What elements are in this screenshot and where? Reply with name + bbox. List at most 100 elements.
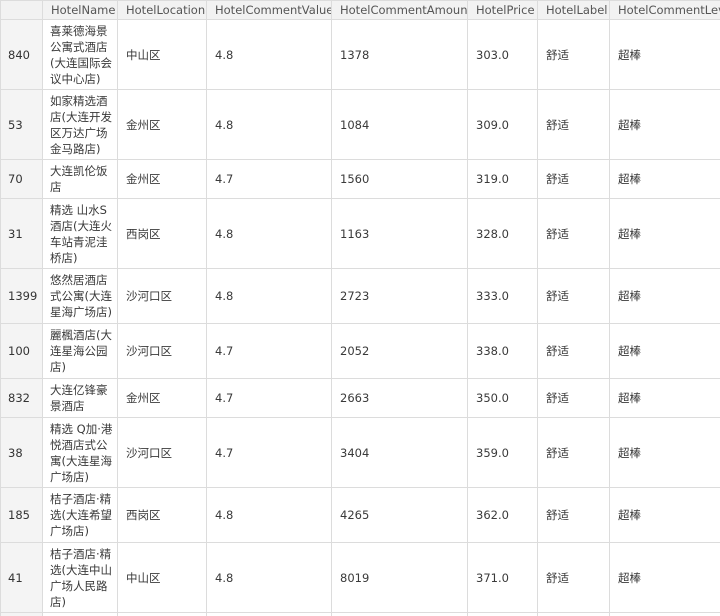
cell-label[interactable]: 舒适 [537,323,610,379]
table-row[interactable]: 185 桔子酒店·精选(大连希望广场店) 西岗区 4.8 4265 362.0 … [0,487,720,543]
cell-hotel-name[interactable]: 桔子酒店·精选(大连中山广场人民路店) [42,542,118,613]
table-row[interactable]: 38 精选 Q加·港悦酒店式公寓(大连星海广场店) 沙河口区 4.7 3404 … [0,417,720,488]
cell-price[interactable]: 303.0 [467,19,538,90]
cell-price[interactable]: 333.0 [467,268,538,324]
cell-hotel-name[interactable]: 麗楓酒店(大连星海公园店) [42,323,118,379]
cell-location[interactable]: 金州区 [117,159,207,199]
cell-comment-value[interactable]: 4.8 [206,542,332,613]
cell-price[interactable]: 309.0 [467,89,538,160]
cell-comment-amount[interactable]: 2663 [331,378,468,418]
cell-comment-amount[interactable]: 1163 [331,198,468,269]
cell-location[interactable]: 沙河口区 [117,268,207,324]
cell-label[interactable]: 舒适 [537,542,610,613]
row-index: 832 [0,378,43,418]
cell-price[interactable]: 350.0 [467,378,538,418]
table-row[interactable]: 832 大连亿锋豪景酒店 金州区 4.7 2663 350.0 舒适 超棒 [0,378,720,418]
cell-price[interactable]: 359.0 [467,417,538,488]
column-header-label[interactable]: HotelLabel [537,0,610,20]
cell-hotel-name[interactable]: 精选 Q加·港悦酒店式公寓(大连星海广场店) [42,417,118,488]
cell-comment-value[interactable]: 4.7 [206,417,332,488]
cell-comment-value[interactable]: 4.8 [206,198,332,269]
cell-location[interactable]: 中山区 [117,542,207,613]
cell-label[interactable]: 舒适 [537,268,610,324]
cell-comment-value[interactable]: 4.7 [206,323,332,379]
cell-price[interactable]: 362.0 [467,487,538,543]
cell-hotel-name[interactable]: 如家精选酒店(大连开发区万达广场金马路店) [42,89,118,160]
cell-label[interactable]: 舒适 [537,198,610,269]
cell-label[interactable]: 舒适 [537,378,610,418]
cell-label[interactable]: 舒适 [537,417,610,488]
cell-comment-amount[interactable]: 1560 [331,159,468,199]
column-header-hotel-name[interactable]: HotelName [42,0,118,20]
cell-empty [467,612,538,616]
cell-hotel-name[interactable]: 精选 山水S酒店(大连火车站青泥洼桥店) [42,198,118,269]
cell-location[interactable]: 沙河口区 [117,323,207,379]
cell-comment-value[interactable]: 4.8 [206,89,332,160]
cell-comment-level[interactable]: 超棒 [609,198,720,269]
row-index: 41 [0,542,43,613]
cell-location[interactable]: 金州区 [117,89,207,160]
cell-comment-value[interactable]: 4.8 [206,19,332,90]
cell-empty [206,612,332,616]
cell-comment-value[interactable]: 4.8 [206,268,332,324]
cell-comment-level[interactable]: 超棒 [609,19,720,90]
cell-comment-level[interactable]: 超棒 [609,268,720,324]
table-row[interactable]: 31 精选 山水S酒店(大连火车站青泥洼桥店) 西岗区 4.8 1163 328… [0,198,720,269]
index-header [0,0,43,20]
column-header-price[interactable]: HotelPrice [467,0,538,20]
cell-comment-level[interactable]: 超棒 [609,159,720,199]
cell-location[interactable]: 沙河口区 [117,417,207,488]
data-grid: HotelName HotelLocation HotelCommentValu… [0,0,720,616]
table-row[interactable]: 1399 悠然居酒店式公寓(大连星海广场店) 沙河口区 4.8 2723 333… [0,268,720,324]
table-row[interactable]: 100 麗楓酒店(大连星海公园店) 沙河口区 4.7 2052 338.0 舒适… [0,323,720,379]
cell-empty [609,612,720,616]
cell-comment-level[interactable]: 超棒 [609,417,720,488]
cell-comment-amount[interactable]: 2723 [331,268,468,324]
cell-location[interactable]: 西岗区 [117,198,207,269]
cell-hotel-name[interactable]: 大连亿锋豪景酒店 [42,378,118,418]
cell-comment-amount[interactable]: 3404 [331,417,468,488]
cell-location[interactable]: 中山区 [117,19,207,90]
cell-hotel-name[interactable]: 大连凯伦饭店 [42,159,118,199]
table-row-partial [0,612,720,616]
cell-location[interactable]: 西岗区 [117,487,207,543]
cell-price[interactable]: 338.0 [467,323,538,379]
table-row[interactable]: 53 如家精选酒店(大连开发区万达广场金马路店) 金州区 4.8 1084 30… [0,89,720,160]
cell-comment-amount[interactable]: 2052 [331,323,468,379]
cell-comment-value[interactable]: 4.7 [206,378,332,418]
hotel-table: HotelName HotelLocation HotelCommentValu… [0,0,720,616]
cell-label[interactable]: 舒适 [537,159,610,199]
cell-label[interactable]: 舒适 [537,487,610,543]
cell-label[interactable]: 舒适 [537,19,610,90]
table-row[interactable]: 840 喜莱德海景公寓式酒店(大连国际会议中心店) 中山区 4.8 1378 3… [0,19,720,90]
cell-comment-level[interactable]: 超棒 [609,378,720,418]
cell-price[interactable]: 319.0 [467,159,538,199]
cell-hotel-name[interactable]: 喜莱德海景公寓式酒店(大连国际会议中心店) [42,19,118,90]
cell-comment-level[interactable]: 超棒 [609,89,720,160]
cell-comment-level[interactable]: 超棒 [609,542,720,613]
cell-comment-level[interactable]: 超棒 [609,323,720,379]
column-header-hotel-location[interactable]: HotelLocation [117,0,207,20]
cell-comment-amount[interactable]: 1084 [331,89,468,160]
cell-comment-amount[interactable]: 1378 [331,19,468,90]
row-index: 53 [0,89,43,160]
cell-hotel-name[interactable]: 悠然居酒店式公寓(大连星海广场店) [42,268,118,324]
column-header-comment-amount[interactable]: HotelCommentAmount [331,0,468,20]
row-index: 38 [0,417,43,488]
cell-comment-amount[interactable]: 4265 [331,487,468,543]
cell-price[interactable]: 371.0 [467,542,538,613]
row-index: 840 [0,19,43,90]
cell-comment-amount[interactable]: 8019 [331,542,468,613]
cell-empty [117,612,207,616]
cell-location[interactable]: 金州区 [117,378,207,418]
cell-price[interactable]: 328.0 [467,198,538,269]
cell-comment-level[interactable]: 超棒 [609,487,720,543]
column-header-comment-value[interactable]: HotelCommentValue [206,0,332,20]
column-header-comment-level[interactable]: HotelCommentLevel [609,0,720,20]
cell-comment-value[interactable]: 4.8 [206,487,332,543]
cell-hotel-name[interactable]: 桔子酒店·精选(大连希望广场店) [42,487,118,543]
table-row[interactable]: 41 桔子酒店·精选(大连中山广场人民路店) 中山区 4.8 8019 371.… [0,542,720,613]
cell-label[interactable]: 舒适 [537,89,610,160]
table-row[interactable]: 70 大连凯伦饭店 金州区 4.7 1560 319.0 舒适 超棒 [0,159,720,199]
cell-comment-value[interactable]: 4.7 [206,159,332,199]
